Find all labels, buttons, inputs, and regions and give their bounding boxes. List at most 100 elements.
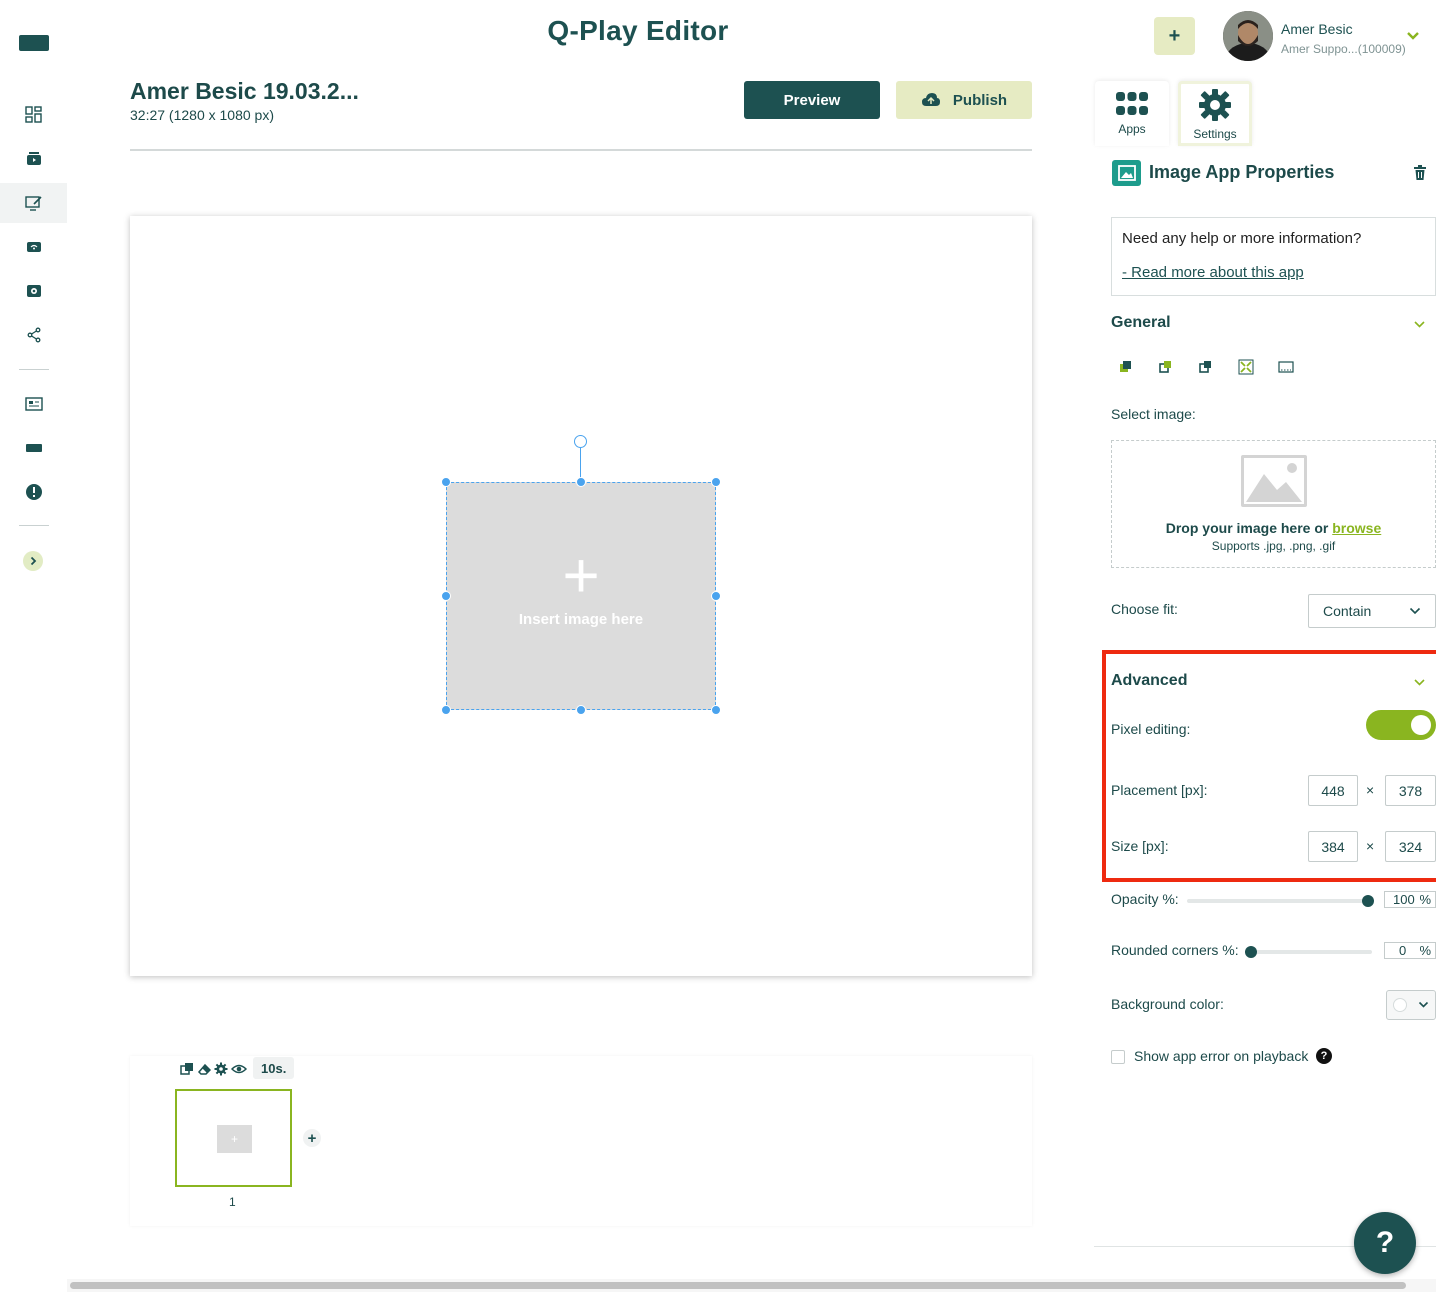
cloud-upload-icon [921, 93, 940, 106]
background-color-picker[interactable] [1386, 990, 1436, 1020]
preview-button[interactable]: Preview [744, 81, 880, 119]
publish-label: Publish [952, 91, 1008, 109]
pixel-editing-toggle[interactable] [1366, 710, 1436, 740]
document-title[interactable]: Amer Besic 19.03.2... [130, 78, 359, 105]
rotate-handle[interactable] [574, 435, 587, 448]
help-button[interactable]: ? [1354, 1212, 1416, 1274]
advanced-section-title[interactable]: Advanced [1111, 672, 1187, 690]
opacity-input[interactable]: 100 % [1384, 891, 1436, 908]
opacity-label: Opacity %: [1111, 891, 1179, 907]
general-section-title[interactable]: General [1111, 314, 1171, 332]
duplicate-icon[interactable] [180, 1062, 194, 1076]
resize-handle-ne[interactable] [711, 477, 721, 487]
alerts-nav-item[interactable] [0, 472, 67, 512]
editor-nav-item[interactable] [0, 183, 67, 223]
screen-icon [25, 444, 42, 452]
media-icon [26, 152, 41, 165]
resize-handle-w[interactable] [441, 591, 451, 601]
dashboard-icon [24, 106, 42, 123]
nav-divider [19, 369, 49, 370]
fit-label: Choose fit: [1111, 601, 1178, 617]
placement-y-input[interactable]: 378 [1385, 775, 1436, 806]
rounded-value: 0 [1399, 943, 1407, 958]
gear-icon[interactable] [214, 1062, 228, 1076]
news-nav-item[interactable] [0, 384, 67, 424]
send-backward-icon[interactable] [1198, 359, 1214, 375]
layer-tools [1118, 359, 1294, 375]
media-nav-item[interactable] [0, 139, 67, 179]
fit-select[interactable]: Contain [1308, 594, 1436, 628]
resize-handle-nw[interactable] [441, 477, 451, 487]
help-tooltip-icon[interactable]: ? [1316, 1048, 1332, 1064]
read-more-link[interactable]: - Read more about this app [1122, 264, 1304, 281]
players-nav-item[interactable] [0, 227, 67, 267]
grid-icon [1116, 92, 1148, 115]
share-nav-item[interactable] [0, 315, 67, 355]
pixel-editing-label: Pixel editing: [1111, 721, 1191, 737]
add-slide-button[interactable]: + [303, 1129, 321, 1147]
general-collapse-toggle[interactable] [1413, 316, 1426, 334]
avatar[interactable] [1223, 11, 1273, 61]
select-image-label: Select image: [1111, 406, 1196, 422]
resize-handle-sw[interactable] [441, 705, 451, 715]
placement-label: Placement [px]: [1111, 782, 1208, 798]
screens-nav-item[interactable] [0, 428, 67, 468]
slide-actions [180, 1062, 247, 1076]
drop-text: Drop your image here or browse [1112, 520, 1435, 536]
slide-duration[interactable]: 10s. [253, 1057, 295, 1079]
opacity-slider-knob[interactable] [1362, 895, 1374, 907]
fullscreen-icon[interactable] [1238, 359, 1254, 375]
times-sign: × [1366, 838, 1375, 854]
advanced-collapse-toggle[interactable] [1413, 674, 1426, 692]
user-photo-icon [1223, 11, 1273, 61]
add-image-icon: + [562, 539, 600, 611]
show-error-label[interactable]: Show app error on playback [1134, 1048, 1308, 1064]
resize-handle-e[interactable] [711, 591, 721, 601]
rounded-corners-input[interactable]: 0 % [1384, 942, 1436, 959]
news-icon [24, 397, 43, 411]
left-navigation [0, 0, 67, 1294]
show-error-checkbox[interactable] [1111, 1050, 1125, 1064]
dashboard-nav-item[interactable] [0, 95, 67, 135]
resize-handle-se[interactable] [711, 705, 721, 715]
expand-nav-button[interactable] [23, 551, 43, 571]
slide-thumbnail[interactable]: + [175, 1089, 292, 1187]
size-label: Size [px]: [1111, 838, 1169, 854]
safe-area-icon[interactable] [1278, 359, 1294, 375]
help-box: Need any help or more information? - Rea… [1111, 217, 1436, 296]
opacity-slider[interactable] [1187, 895, 1374, 907]
size-width-input[interactable]: 384 [1308, 831, 1358, 862]
image-placeholder[interactable]: + Insert image here [446, 482, 716, 710]
bring-to-front-icon[interactable] [1118, 359, 1134, 375]
publish-button[interactable]: Publish [896, 81, 1032, 119]
image-placeholder-icon [1241, 455, 1307, 507]
rounded-corners-slider-knob[interactable] [1245, 946, 1257, 958]
browse-link[interactable]: browse [1332, 520, 1381, 536]
rounded-corners-slider[interactable] [1245, 946, 1372, 958]
eraser-icon[interactable] [197, 1062, 211, 1076]
fit-value: Contain [1323, 603, 1372, 619]
size-height-input[interactable]: 324 [1385, 831, 1436, 862]
user-menu-toggle[interactable] [1406, 28, 1420, 46]
image-dropzone[interactable]: Drop your image here or browse Supports … [1111, 440, 1436, 568]
eye-icon[interactable] [231, 1062, 247, 1076]
user-name[interactable]: Amer Besic [1281, 21, 1353, 37]
chevron-right-icon [30, 556, 37, 566]
edit-screen-icon [24, 196, 42, 211]
resize-handle-s[interactable] [576, 705, 586, 715]
horizontal-scrollbar[interactable] [70, 1282, 1406, 1289]
header-divider [130, 149, 1032, 151]
image-app-icon [1112, 160, 1141, 186]
image-placeholder-label: Insert image here [518, 611, 644, 628]
add-button[interactable]: + [1154, 17, 1195, 55]
document-dimensions: 32:27 (1280 x 1080 px) [130, 107, 274, 123]
alert-icon [25, 484, 42, 500]
tab-settings[interactable]: Settings [1178, 81, 1252, 146]
delete-app-button[interactable] [1413, 165, 1427, 186]
share-icon [27, 327, 40, 343]
bring-forward-icon[interactable] [1158, 359, 1174, 375]
playlist-nav-item[interactable] [0, 271, 67, 311]
resize-handle-n[interactable] [576, 477, 586, 487]
placement-x-input[interactable]: 448 [1308, 775, 1358, 806]
tab-apps[interactable]: Apps [1095, 81, 1169, 146]
